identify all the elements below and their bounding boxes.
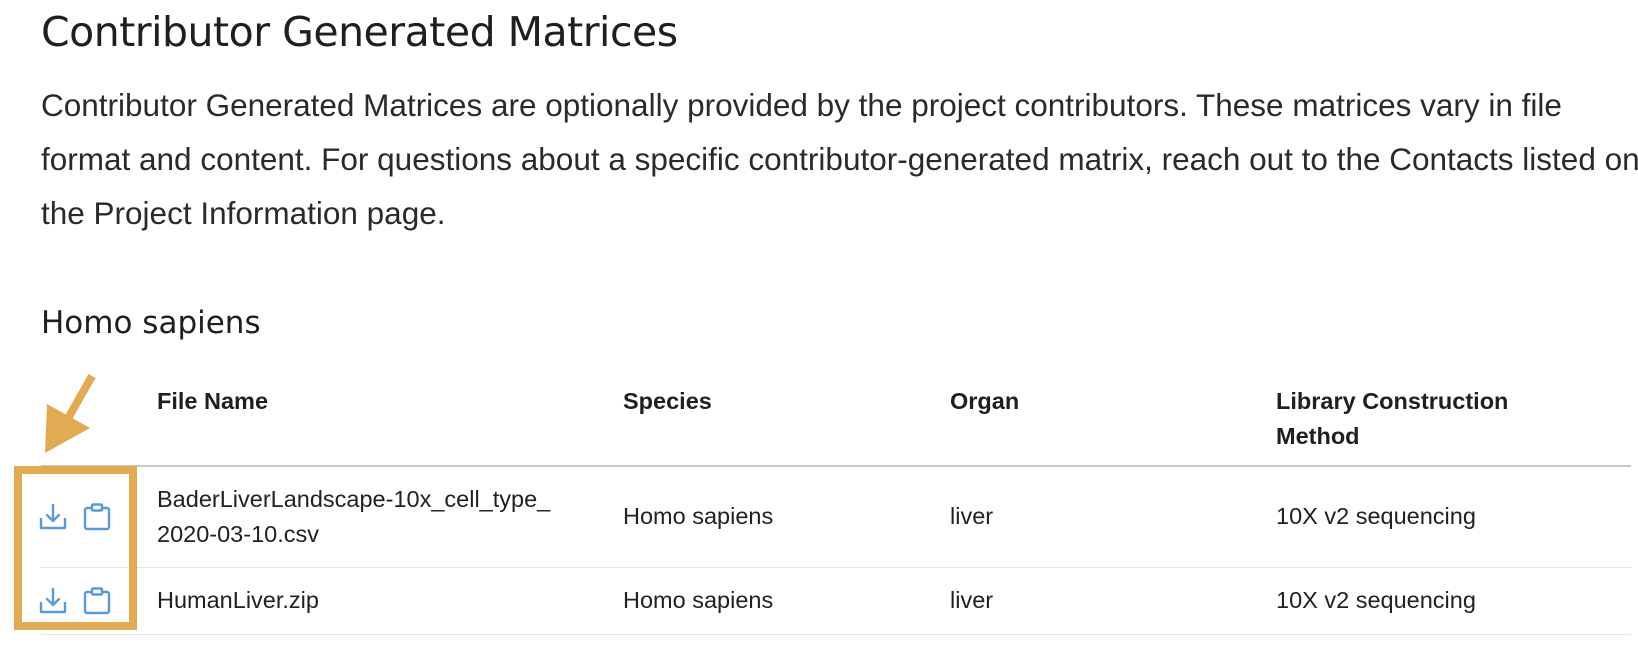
- section-title-species: Homo sapiens: [41, 305, 261, 341]
- cell-library-method: 10X v2 sequencing: [1276, 503, 1476, 529]
- cell-library-method: 10X v2 sequencing: [1276, 587, 1476, 613]
- column-header-organ[interactable]: Organ: [950, 384, 1019, 419]
- file-name-line2: 2020-03-10.csv: [157, 521, 319, 547]
- cell-organ: liver: [950, 587, 994, 613]
- column-header-library-construction-method[interactable]: Library Construction Method: [1276, 384, 1508, 454]
- column-header-library-line2: Method: [1276, 423, 1360, 449]
- row-divider: [41, 634, 1631, 635]
- cell-file-name: HumanLiver.zip: [157, 587, 319, 613]
- cell-species: Homo sapiens: [623, 587, 774, 613]
- header-divider: [41, 465, 1631, 467]
- cell-species: Homo sapiens: [623, 503, 774, 529]
- column-header-library-line1: Library Construction: [1276, 388, 1509, 414]
- column-header-file-name[interactable]: File Name: [157, 384, 268, 419]
- arrow-annotation-icon: [45, 374, 96, 453]
- highlight-box-annotation: [14, 466, 137, 630]
- page: Contributor Generated Matrices Contribut…: [0, 0, 1638, 666]
- column-header-species[interactable]: Species: [623, 384, 712, 419]
- page-title: Contributor Generated Matrices: [41, 8, 678, 56]
- cell-file-name: BaderLiverLandscape-10x_cell_type_ 2020-…: [157, 482, 550, 552]
- description-text: Contributor Generated Matrices are optio…: [41, 87, 1638, 231]
- row-divider: [41, 567, 1631, 568]
- cell-organ: liver: [950, 503, 994, 529]
- file-name-line1: BaderLiverLandscape-10x_cell_type_: [157, 486, 551, 512]
